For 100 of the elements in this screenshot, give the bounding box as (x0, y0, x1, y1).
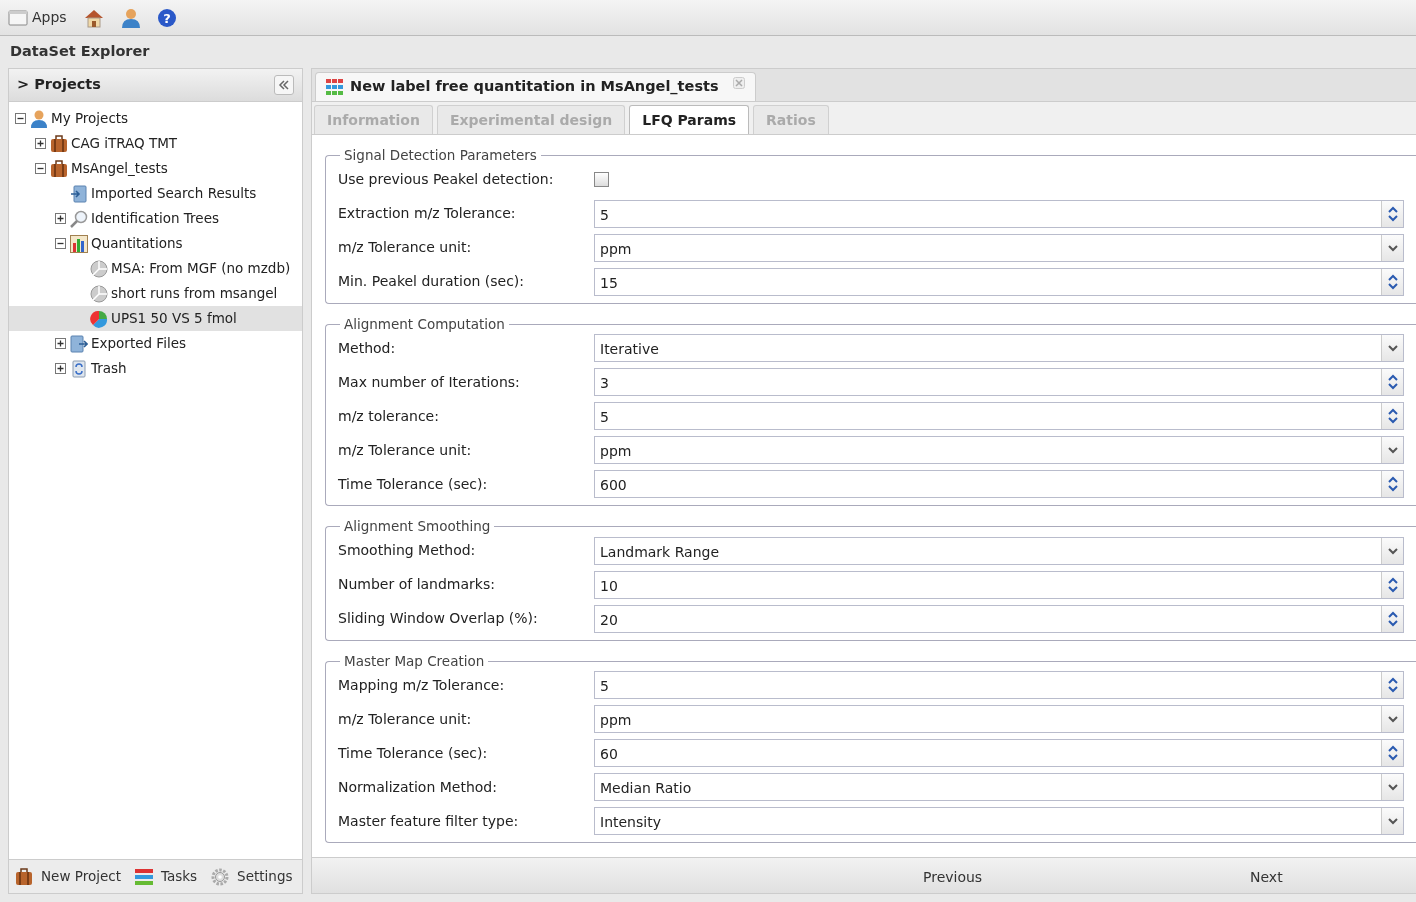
field-label: m/z Tolerance unit: (338, 709, 473, 729)
nav-button[interactable]: Previous (917, 866, 989, 889)
double-chevron-icon (278, 80, 290, 90)
dropdown-field[interactable]: Landmark Range (594, 536, 1404, 565)
expand-toggle-icon[interactable] (55, 213, 66, 224)
section-legend: Signal Detection Parameters (340, 149, 541, 163)
field-label: Use previous Peakel detection: (338, 170, 555, 189)
briefcase-icon (15, 867, 33, 886)
collapse-toggle-icon[interactable] (15, 113, 26, 124)
field-label: Method: (338, 338, 397, 358)
field-label: Sliding Window Overlap (%): (338, 609, 539, 628)
section-legend: Alignment Computation (340, 317, 509, 331)
tree-item[interactable]: UPS1 50 VS 5 fmol (9, 306, 302, 331)
tree-item[interactable]: Identification Trees (9, 206, 302, 231)
field-label: Max number of Iterations: (338, 372, 521, 392)
stacked-bars-icon (134, 867, 153, 886)
expand-toggle-icon[interactable] (35, 138, 46, 149)
spinner-arrows-icon[interactable] (1381, 200, 1403, 227)
number-field[interactable]: 20 (594, 604, 1404, 633)
spinner-arrows-icon[interactable] (1381, 369, 1403, 395)
document-arrow-icon (70, 334, 88, 353)
field-label: Min. Peakel duration (sec): (338, 272, 526, 291)
field-label: Time Tolerance (sec): (338, 743, 489, 763)
window-icon (8, 9, 28, 26)
dropdown-field[interactable]: Iterative (594, 334, 1404, 362)
footer-button[interactable]: Settings (211, 866, 293, 887)
dropdown-field[interactable]: ppm (594, 436, 1404, 464)
grid-icon (326, 79, 344, 95)
number-field[interactable]: 5 (594, 199, 1404, 228)
chevron-down-icon[interactable] (1381, 537, 1403, 564)
number-field[interactable]: 3 (594, 368, 1404, 396)
chevron-down-icon[interactable] (1381, 808, 1403, 834)
tree-item[interactable]: MSA: From MGF (no mzdb) (9, 256, 302, 281)
tree-item[interactable]: Trash (9, 356, 302, 381)
tree-item[interactable]: My Projects (9, 106, 302, 131)
number-field[interactable]: 600 (594, 470, 1404, 498)
apps-button[interactable]: Apps (8, 7, 67, 28)
document-tab[interactable]: New label free quantitation in MsAngel_tests (315, 72, 756, 101)
chevron-down-icon[interactable] (1381, 335, 1403, 361)
nav-button[interactable]: Next (1244, 866, 1289, 889)
field-label: Smoothing Method: (338, 541, 477, 560)
dropdown-field[interactable]: ppm (594, 233, 1404, 262)
tree-item[interactable]: MsAngel_tests (9, 156, 302, 181)
spinner-arrows-icon[interactable] (1381, 571, 1403, 598)
pie-chart-icon (90, 284, 108, 303)
collapse-toggle-icon[interactable] (35, 163, 46, 174)
chevron-down-icon[interactable] (1381, 234, 1403, 261)
number-field[interactable]: 5 (594, 402, 1404, 430)
window-title: DataSet Explorer (9, 42, 151, 62)
field-label: Time Tolerance (sec): (338, 474, 489, 494)
field-label: Normalization Method: (338, 777, 498, 797)
field-label: Extraction m/z Tolerance: (338, 204, 517, 223)
expand-toggle-icon[interactable] (55, 363, 66, 374)
field-label: m/z Tolerance unit: (338, 440, 473, 460)
number-field[interactable]: 15 (594, 267, 1404, 296)
dropdown-field[interactable]: Median Ratio (594, 773, 1404, 801)
spinner-arrows-icon[interactable] (1381, 672, 1403, 698)
spinner-arrows-icon[interactable] (1381, 403, 1403, 429)
magnifier-icon (70, 209, 88, 228)
pie-chart-icon (90, 259, 108, 278)
chevron-down-icon[interactable] (1381, 706, 1403, 732)
gear-icon (211, 867, 230, 886)
tree-item[interactable]: CAG iTRAQ TMT (9, 131, 302, 156)
panel-title: > Projects (17, 75, 101, 95)
section-legend: Master Map Creation (340, 654, 489, 668)
user-icon[interactable] (120, 7, 141, 28)
field-label: m/z tolerance: (338, 406, 440, 426)
tree-item[interactable]: Imported Search Results (9, 181, 302, 206)
chevron-down-icon[interactable] (1381, 437, 1403, 463)
field-label: Master feature filter type: (338, 811, 520, 831)
field-label: Number of landmarks: (338, 575, 496, 594)
person-icon (30, 109, 48, 128)
pie-chart-icon (90, 309, 108, 328)
footer-button[interactable]: Tasks (134, 866, 198, 887)
number-field[interactable]: 10 (594, 570, 1404, 599)
field-label: Mapping m/z Tolerance: (338, 675, 506, 695)
checkbox[interactable] (594, 172, 609, 187)
help-icon[interactable]: ? (156, 7, 177, 28)
spinner-arrows-icon[interactable] (1381, 740, 1403, 766)
footer-button[interactable]: New Project (15, 866, 121, 887)
tree-item[interactable]: short runs from msangel (9, 281, 302, 306)
tab[interactable]: LFQ Params (629, 105, 750, 134)
bar-chart-icon (70, 234, 88, 253)
recycle-bin-icon (70, 359, 88, 378)
spinner-arrows-icon[interactable] (1381, 268, 1403, 295)
dropdown-field[interactable]: ppm (594, 705, 1404, 733)
briefcase-icon (50, 134, 68, 153)
number-field[interactable]: 60 (594, 739, 1404, 767)
spinner-arrows-icon[interactable] (1381, 605, 1403, 632)
tree-item[interactable]: Exported Files (9, 331, 302, 356)
dropdown-field[interactable]: Intensity (594, 807, 1404, 835)
spinner-arrows-icon[interactable] (1381, 471, 1403, 497)
collapse-button[interactable] (274, 75, 294, 95)
briefcase-icon (50, 159, 68, 178)
field-label: m/z Tolerance unit: (338, 238, 473, 257)
number-field[interactable]: 5 (594, 671, 1404, 699)
tree-item[interactable]: Quantitations (9, 231, 302, 256)
collapse-toggle-icon[interactable] (55, 238, 66, 249)
expand-toggle-icon[interactable] (55, 338, 66, 349)
chevron-down-icon[interactable] (1381, 774, 1403, 800)
